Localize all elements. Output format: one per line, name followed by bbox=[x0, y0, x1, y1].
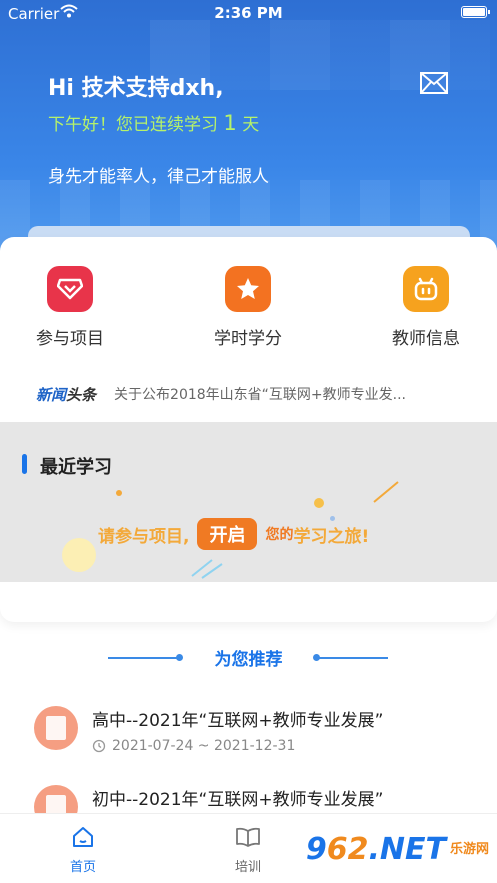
news-tag-part2: 头条 bbox=[66, 385, 97, 404]
decor-stroke bbox=[191, 559, 223, 579]
diamond-icon bbox=[47, 266, 93, 312]
watermark-logo: 962.NET 乐游网 bbox=[306, 832, 489, 867]
cta-text-after: 学习之旅! bbox=[293, 526, 370, 547]
divider-left bbox=[108, 657, 180, 659]
feature-credits[interactable]: 学时学分 bbox=[188, 266, 308, 349]
tab-training-label: 培训 bbox=[234, 860, 261, 875]
cta-text-mid: 您的 bbox=[265, 527, 294, 543]
feature-projects[interactable]: 参与项目 bbox=[10, 266, 130, 349]
feature-credits-label: 学时学分 bbox=[214, 329, 282, 349]
feature-teacher-info-label: 教师信息 bbox=[392, 329, 460, 349]
recommend-title: 为您推荐 bbox=[214, 650, 283, 670]
study-cta: 请参与项目, 开启 您的 学习之旅! bbox=[98, 518, 369, 550]
watermark-site: 乐游网 bbox=[449, 841, 489, 857]
star-icon bbox=[225, 266, 271, 312]
book-icon bbox=[236, 827, 260, 847]
tab-home-label: 首页 bbox=[69, 860, 96, 875]
section-marker bbox=[22, 454, 27, 474]
status-bar: Carrier 2:36 PM bbox=[0, 0, 497, 26]
decor-dot bbox=[314, 498, 324, 508]
divider-dot bbox=[176, 654, 183, 661]
watermark-num-b: 62 bbox=[326, 832, 369, 867]
clock-icon bbox=[92, 739, 106, 753]
status-time: 2:36 PM bbox=[214, 4, 283, 22]
greeting: Hi 技术支持dxh, bbox=[48, 76, 224, 101]
watermark-number: 962.NET bbox=[306, 832, 446, 867]
course-thumbnail bbox=[34, 706, 78, 750]
decor-stroke bbox=[373, 481, 399, 503]
feature-teacher-info[interactable]: 教师信息 bbox=[366, 266, 486, 349]
feature-projects-label: 参与项目 bbox=[36, 329, 104, 349]
news-tag: 新闻头条 bbox=[36, 384, 96, 405]
tab-training[interactable]: 培训 bbox=[208, 826, 288, 875]
news-ticker[interactable]: 新闻头条 关于公布2018年山东省“互联网+教师专业发... bbox=[36, 381, 476, 407]
streak-days: 1 bbox=[223, 111, 237, 135]
recent-study-section: 最近学习 请参与项目, 开启 您的 学习之旅! bbox=[0, 422, 497, 582]
divider-right bbox=[316, 657, 388, 659]
watermark-num-c: .NET bbox=[368, 832, 446, 867]
decor-circle bbox=[62, 538, 96, 572]
study-streak: 下午好！您已连续学习 1 天 bbox=[48, 110, 259, 135]
course-title: 高中--2021年“互联网+教师专业发展” bbox=[92, 711, 384, 731]
streak-suffix: 天 bbox=[242, 115, 260, 135]
watermark-num-a: 9 bbox=[305, 832, 327, 867]
recent-study-title: 最近学习 bbox=[40, 457, 112, 478]
recommend-header: 为您推荐 bbox=[0, 645, 497, 670]
course-date-text: 2021-07-24 ~ 2021-12-31 bbox=[112, 738, 296, 754]
streak-prefix: 下午好！您已连续学习 bbox=[48, 115, 218, 135]
news-headline[interactable]: 关于公布2018年山东省“互联网+教师专业发... bbox=[114, 384, 439, 404]
course-title: 初中--2021年“互联网+教师专业发展” bbox=[92, 790, 384, 810]
home-icon bbox=[73, 827, 93, 847]
decor-dot bbox=[116, 490, 122, 496]
cta-text-before: 请参与项目, bbox=[98, 526, 190, 547]
course-date: 2021-07-24 ~ 2021-12-31 bbox=[92, 738, 295, 754]
tab-home[interactable]: 首页 bbox=[43, 826, 123, 875]
battery-icon bbox=[461, 6, 490, 18]
news-tag-part1: 新闻 bbox=[36, 385, 67, 404]
robot-icon bbox=[403, 266, 449, 312]
mail-icon[interactable] bbox=[420, 72, 448, 94]
motto: 身先才能率人，律己才能服人 bbox=[48, 167, 269, 187]
start-button[interactable]: 开启 bbox=[197, 518, 258, 550]
